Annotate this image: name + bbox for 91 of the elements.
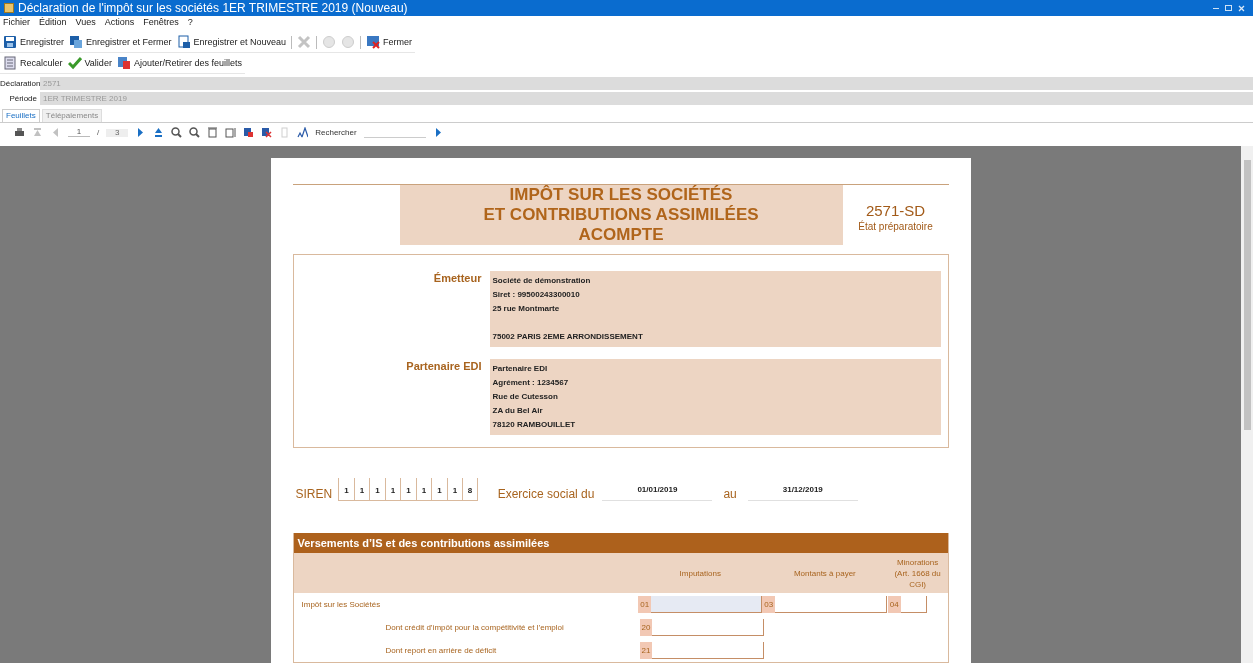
exercice-label: Exercice social du xyxy=(497,488,595,500)
page-height-icon[interactable] xyxy=(225,127,237,138)
page-width-icon[interactable] xyxy=(207,127,219,138)
siren-digit: 1 xyxy=(338,478,354,500)
last-page-icon[interactable] xyxy=(153,127,165,138)
restore-icon[interactable] xyxy=(1225,5,1232,11)
menu-item[interactable]: Vues xyxy=(75,18,96,27)
document-icon xyxy=(4,3,14,13)
party-label: Partenaire EDI xyxy=(405,359,483,374)
au-label: au xyxy=(723,488,737,500)
menu-item[interactable]: Fichier xyxy=(3,18,30,27)
section-title: Versements d’IS et des contributions assimilées xyxy=(293,533,948,553)
party-label: Émetteur xyxy=(432,271,483,286)
line-code: 20 xyxy=(639,619,653,636)
close-icon[interactable] xyxy=(1238,4,1245,12)
toolbar-button[interactable]: Enregistrer et Nouveau xyxy=(176,35,287,49)
minimize-icon[interactable] xyxy=(1213,7,1219,9)
form-subtitle: État préparatoire xyxy=(858,220,933,234)
party-line: Rue de Cutesson xyxy=(492,391,559,403)
form-code: 2571-SD xyxy=(865,202,926,220)
date-field[interactable]: 31/12/2019 xyxy=(747,484,858,501)
amount-field[interactable] xyxy=(900,596,927,613)
siren-digit: 1 xyxy=(446,478,463,500)
party-line: Partenaire EDI xyxy=(492,363,549,375)
toolbar-button[interactable]: Recalculer xyxy=(3,56,63,70)
form-title: ACOMPTE xyxy=(578,225,664,245)
form-title: ET CONTRIBUTIONS ASSIMILÉES xyxy=(483,205,759,225)
search-label: Rechercher xyxy=(315,128,357,137)
amount-field[interactable] xyxy=(651,596,763,613)
column-header: Minorations (Art. 1668 du CGI) xyxy=(893,556,942,590)
siren-label: SIREN xyxy=(295,488,333,500)
party-line: Société de démonstration xyxy=(492,275,592,287)
field-label: Déclaration xyxy=(0,79,40,88)
line-code: 03 xyxy=(762,596,776,613)
toolbar-button[interactable]: Enregistrer et Fermer xyxy=(69,35,172,49)
scrollbar[interactable] xyxy=(1241,146,1253,663)
line-code: 01 xyxy=(638,596,652,613)
party-line: Siret : 99500243300010 xyxy=(492,289,581,301)
party-line: 75002 PARIS 2EME ARRONDISSEMENT xyxy=(492,331,644,343)
menu-item[interactable]: Actions xyxy=(104,18,135,27)
toolbar-button[interactable]: Ajouter/Retirer des feuillets xyxy=(116,56,242,70)
printer-icon[interactable] xyxy=(14,127,25,138)
menu-item[interactable]: Édition xyxy=(39,18,67,27)
menu-item[interactable]: Fenêtres xyxy=(143,18,179,27)
stacked-pages-icon xyxy=(69,35,83,49)
cross-icon xyxy=(297,35,312,49)
amount-field[interactable] xyxy=(652,642,764,659)
siren-digit: 1 xyxy=(431,478,447,500)
column-header: Imputations xyxy=(678,567,722,579)
zoom-out-icon[interactable] xyxy=(189,127,201,138)
circle-icon xyxy=(322,35,337,49)
tab[interactable]: Feuillets xyxy=(2,109,40,122)
siren-digit: 1 xyxy=(369,478,385,500)
siren-digit: 1 xyxy=(415,478,432,500)
toolbar-button[interactable]: Enregistrer xyxy=(3,35,64,49)
row-label: Dont report en arrière de déficit xyxy=(385,645,497,655)
page-icon xyxy=(176,35,191,49)
siren-digit: 1 xyxy=(384,478,401,500)
date-field[interactable]: 01/01/2019 xyxy=(602,484,713,501)
line-code: 21 xyxy=(639,642,653,659)
zoom-in-icon[interactable] xyxy=(171,127,183,138)
sheets-icon xyxy=(116,56,131,70)
party-line: Agrément : 1234567 xyxy=(492,377,570,389)
amount-field[interactable] xyxy=(775,596,888,613)
calculator-icon xyxy=(3,56,17,70)
siren-digit: 1 xyxy=(353,478,370,500)
siren-digit: 8 xyxy=(462,478,478,500)
export-icon[interactable] xyxy=(261,127,273,138)
page-number-field[interactable]: 1 xyxy=(68,128,90,137)
toolbar-button[interactable]: Fermer xyxy=(366,35,413,49)
row-label: Dont crédit d’impôt pour la compétitivité et l’emploi xyxy=(385,622,564,632)
menu-item[interactable]: ? xyxy=(187,18,193,27)
siren-field[interactable]: 1 1 1 1 1 1 1 1 8 xyxy=(338,478,478,501)
party-line: ZA du Bel Air xyxy=(492,405,544,417)
field-label: Période xyxy=(8,94,38,103)
checkmark-icon xyxy=(67,56,82,70)
toolbar-button[interactable]: Valider xyxy=(67,56,112,70)
party-line: 25 rue Montmarte xyxy=(492,303,561,315)
row-label: Impôt sur les Sociétés xyxy=(301,599,381,609)
line-code: 04 xyxy=(887,596,901,613)
export-icon[interactable] xyxy=(243,127,255,138)
circle-icon xyxy=(341,35,356,49)
page-count: 3 xyxy=(106,128,129,137)
party-line: 78120 RAMBOUILLET xyxy=(492,419,577,431)
page-separator: / xyxy=(97,128,100,137)
siren-digit: 1 xyxy=(400,478,416,500)
window-cross-icon xyxy=(366,35,381,49)
form-title: IMPÔT SUR LES SOCIÉTÉS xyxy=(509,185,733,205)
window-title: Déclaration de l'impôt sur les sociétés 1ER TRIMESTRE 2019 (Nouveau) xyxy=(18,2,408,14)
column-header: Montants à payer xyxy=(792,567,857,579)
amount-field[interactable] xyxy=(652,619,764,636)
